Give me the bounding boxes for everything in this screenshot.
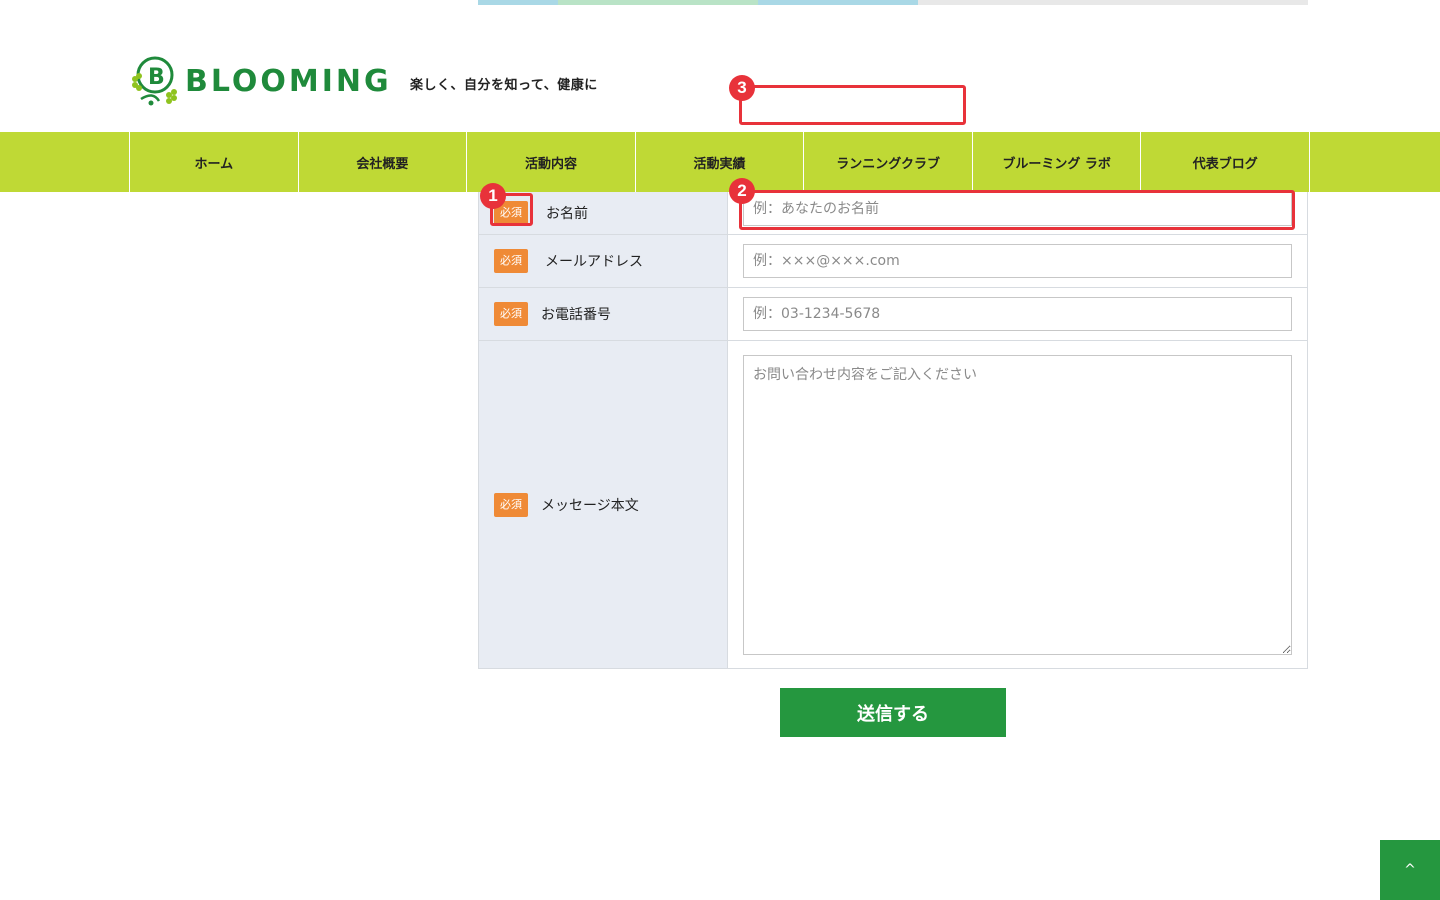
clover-logo-icon: B: [129, 55, 181, 107]
annotation-box-2: [739, 190, 1295, 230]
site-logo[interactable]: B BLOOMING: [129, 55, 392, 107]
svg-text:B: B: [148, 65, 165, 90]
nav-item-company[interactable]: 会社概要: [299, 132, 468, 192]
annotation-badge-3: 3: [729, 75, 755, 101]
nav-item-running-club[interactable]: ランニングクラブ: [804, 132, 973, 192]
form-input-cell: [728, 341, 1307, 668]
nav-item-results[interactable]: 活動実績: [636, 132, 805, 192]
name-label: お名前: [546, 206, 588, 222]
message-textarea[interactable]: [743, 354, 1292, 655]
form-input-cell: [728, 235, 1307, 287]
required-badge: 必須: [494, 302, 528, 326]
nav-item-blooming-lab[interactable]: ブルーミング ラボ: [973, 132, 1142, 192]
form-row-message: 必須 メッセージ本文: [479, 340, 1307, 668]
email-field[interactable]: [743, 244, 1292, 278]
required-badge: 必須: [494, 492, 528, 517]
annotation-badge-2: 2: [729, 178, 755, 204]
annotation-badge-1: 1: [480, 183, 506, 209]
form-input-cell: [728, 288, 1307, 340]
email-label: メールアドレス: [545, 254, 643, 270]
form-label-cell: 必須 お電話番号: [479, 288, 728, 340]
global-nav: ホーム 会社概要 活動内容 活動実績 ランニングクラブ ブルーミング ラボ 代表…: [0, 132, 1440, 192]
nav-item-home[interactable]: ホーム: [130, 132, 299, 192]
required-badge: 必須: [494, 249, 528, 273]
contact-form: 必須 お名前 必須 メールアドレス 必須 お電話番号 必須 メッセージ本文: [478, 192, 1308, 669]
logo-wordmark: BLOOMING: [185, 63, 392, 99]
site-tagline: 楽しく、自分を知って、健康に: [410, 78, 598, 93]
annotation-box-3: [739, 85, 966, 125]
submit-button[interactable]: 送信する: [780, 688, 1006, 737]
form-label-cell: 必須 メールアドレス: [479, 235, 728, 287]
site-header: B BLOOMING 楽しく、自分を知って、健康に: [0, 0, 1440, 132]
phone-label: お電話番号: [541, 307, 611, 323]
page-top-button[interactable]: ^: [1380, 840, 1440, 900]
chevron-up-icon: ^: [1404, 862, 1416, 878]
form-label-cell: 必須 メッセージ本文: [479, 341, 728, 668]
nav-item-blog[interactable]: 代表ブログ: [1141, 132, 1311, 192]
message-label: メッセージ本文: [541, 497, 639, 514]
phone-field[interactable]: [743, 297, 1292, 331]
form-row-phone: 必須 お電話番号: [479, 287, 1307, 340]
form-row-email: 必須 メールアドレス: [479, 234, 1307, 287]
